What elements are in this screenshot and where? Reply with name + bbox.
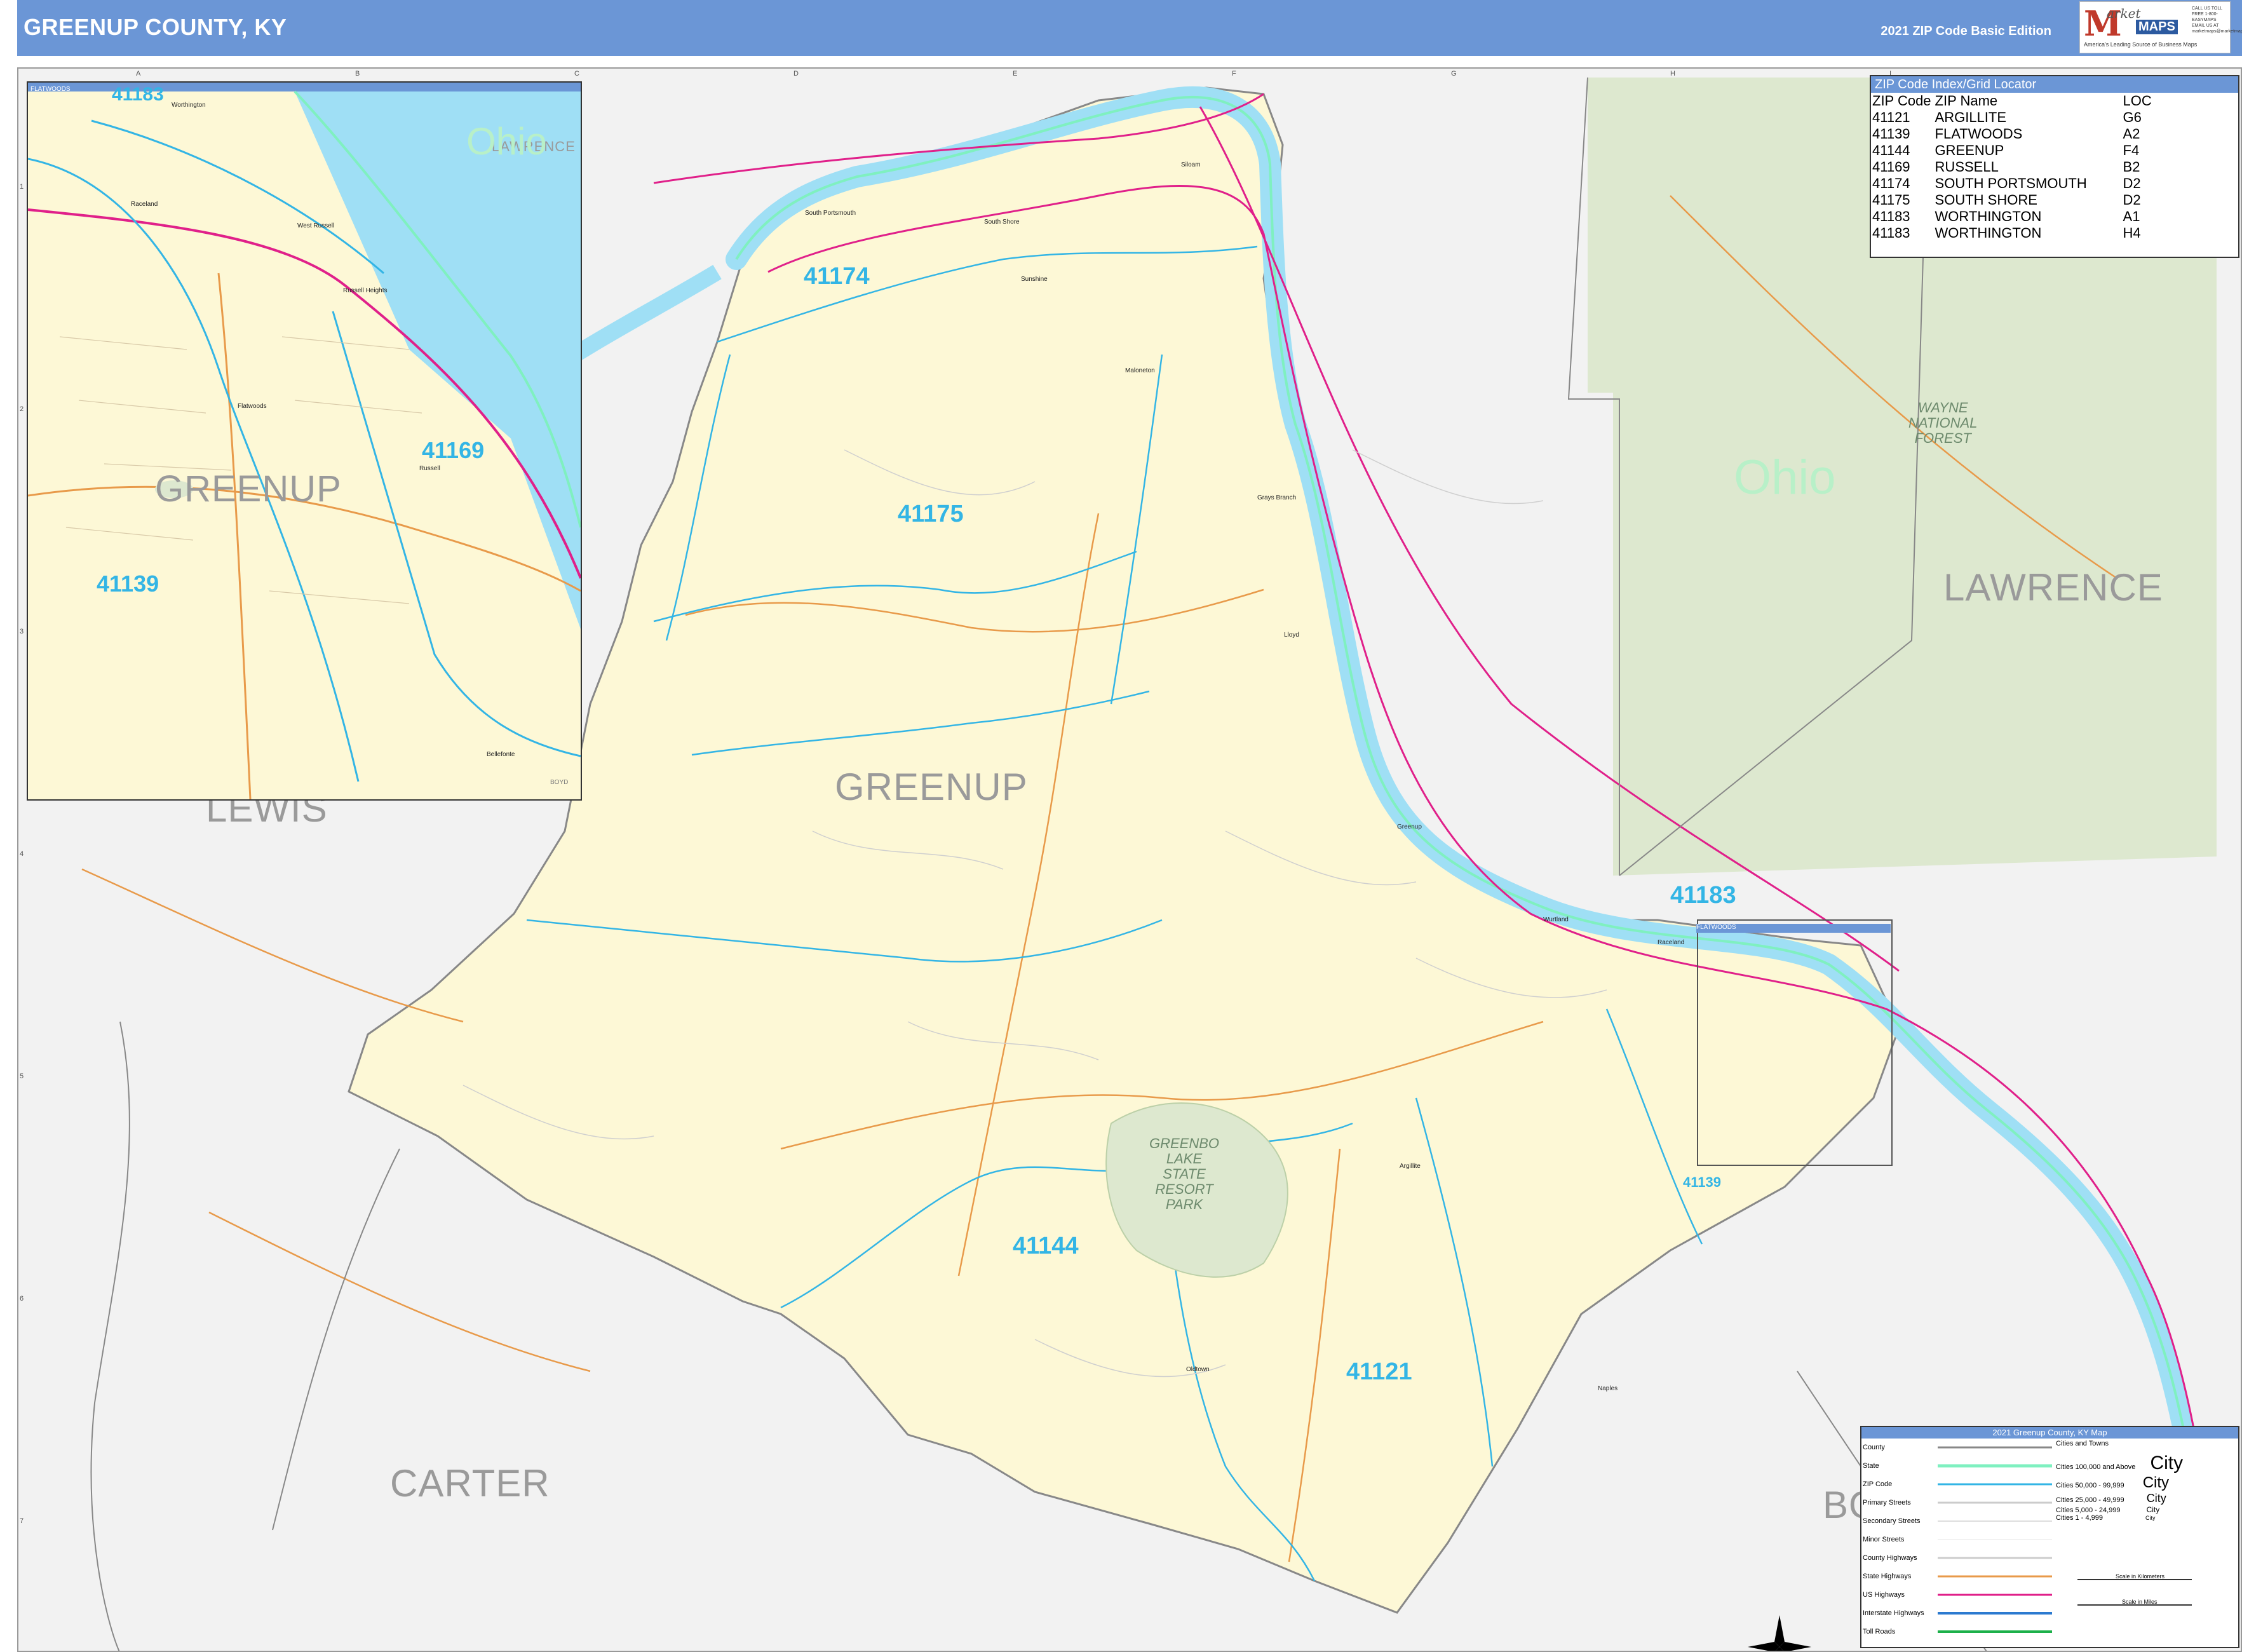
grid-row-7: 7 bbox=[20, 1517, 24, 1525]
zip-label-41175: 41175 bbox=[898, 501, 964, 527]
city-greenup: Greenup bbox=[1397, 823, 1422, 830]
zip-index-table: ZIP Code Index/Grid Locator ZIP Code ZIP … bbox=[1870, 75, 2239, 258]
legend-us-hwy: US Highways bbox=[1863, 1591, 1905, 1599]
county-label-greenup: GREENUP bbox=[835, 766, 1028, 808]
grid-col-c: C bbox=[574, 70, 579, 78]
zip-label-41139: 41139 bbox=[1683, 1174, 1721, 1190]
county-label-lawrence: LAWRENCE bbox=[1943, 566, 2163, 609]
flatwoods-inset[interactable]: FLATWOODS 41183 41169 41139 GREENUP LAWR… bbox=[27, 81, 582, 801]
zip-label-41174: 41174 bbox=[804, 263, 870, 290]
inset-zip-41183: 41183 bbox=[112, 84, 164, 105]
legend-toll: Toll Roads bbox=[1863, 1628, 1896, 1635]
legend-primary: Primary Streets bbox=[1863, 1499, 1911, 1506]
inset-county-greenup: GREENUP bbox=[155, 468, 342, 510]
table-row: 41175 SOUTH SHORE D2 bbox=[1872, 192, 2141, 208]
city-maloneton: Maloneton bbox=[1125, 367, 1155, 374]
market-maps-logo[interactable]: M arket MAPS America's Leading Source of… bbox=[2079, 1, 2242, 53]
grid-col-f: F bbox=[1232, 70, 1236, 78]
city-wurtland: Wurtland bbox=[1543, 916, 1569, 923]
city-naples: Naples bbox=[1598, 1385, 1618, 1392]
inset-city-west-russell: West Russell bbox=[297, 222, 335, 229]
wayne-forest-label: WAYNE NATIONAL FOREST bbox=[1908, 400, 1978, 446]
legend-interstate: Interstate Highways bbox=[1863, 1609, 1924, 1617]
inset-city-bellefonte: Bellefonte bbox=[487, 751, 515, 758]
legend-county-hwy: County Highways bbox=[1863, 1554, 1917, 1562]
zip-label-41144: 41144 bbox=[1013, 1233, 1079, 1259]
table-row: 41169 RUSSELL B2 bbox=[1872, 159, 2140, 175]
compass-rose bbox=[1748, 1615, 1811, 1651]
grid-col-g: G bbox=[1451, 70, 1457, 78]
city-sunshine: Sunshine bbox=[1021, 276, 1048, 283]
inset-city-worthington: Worthington bbox=[172, 102, 206, 109]
logo-wordmark: arket bbox=[2107, 6, 2141, 21]
inset-city-russell-heights: Russell Heights bbox=[343, 287, 388, 294]
grid-row-6: 6 bbox=[20, 1295, 24, 1303]
zip-label-41183: 41183 bbox=[1670, 882, 1736, 909]
legend-county: County bbox=[1863, 1444, 1885, 1451]
map-legend: 2021 Greenup County, KY Map County State… bbox=[1860, 1426, 2239, 1648]
city-raceland: Raceland bbox=[1658, 939, 1685, 946]
map-title: GREENUP COUNTY, KY bbox=[24, 14, 287, 40]
county-label-carter: CARTER bbox=[390, 1462, 550, 1505]
city-oldtown: Oldtown bbox=[1186, 1366, 1210, 1373]
city-lloyd: Lloyd bbox=[1284, 632, 1299, 639]
inset-county-boyd: BOYD bbox=[550, 779, 569, 786]
inset-city-raceland: Raceland bbox=[131, 201, 158, 208]
table-row: 41139 FLATWOODS A2 bbox=[1872, 126, 2140, 142]
legend-state: State bbox=[1863, 1462, 1879, 1470]
edition-label: 2021 ZIP Code Basic Edition bbox=[1881, 24, 2051, 38]
inset-city-russell: Russell bbox=[419, 465, 440, 472]
zip-label-41121: 41121 bbox=[1346, 1358, 1412, 1385]
legend-state-hwy: State Highways bbox=[1863, 1573, 1912, 1580]
logo-maps: MAPS bbox=[2136, 20, 2178, 34]
inset-state-ohio: Ohio bbox=[466, 120, 547, 163]
grid-col-d: D bbox=[793, 70, 799, 78]
zip-index-header-row: ZIP Code ZIP Name LOC bbox=[1872, 93, 2152, 109]
table-row: 41183 WORTHINGTON A1 bbox=[1872, 208, 2140, 224]
table-row: 41174 SOUTH PORTSMOUTH D2 bbox=[1872, 175, 2141, 191]
greenbo-park-label: GREENBO LAKE STATE RESORT PARK bbox=[1149, 1135, 1220, 1212]
legend-zip: ZIP Code bbox=[1863, 1480, 1893, 1488]
legend-title: 2021 Greenup County, KY Map bbox=[1861, 1427, 2238, 1439]
inset-city-flatwoods: Flatwoods bbox=[238, 403, 267, 410]
header-bar: GREENUP COUNTY, KY 2021 ZIP Code Basic E… bbox=[17, 0, 2242, 56]
grid-row-4: 4 bbox=[20, 850, 24, 858]
legend-scale-km: Scale in Kilometers bbox=[2116, 1573, 2165, 1580]
grid-row-5: 5 bbox=[20, 1073, 24, 1080]
city-siloam: Siloam bbox=[1181, 161, 1201, 168]
flatwoods-inset-tag: FLATWOODS bbox=[1696, 924, 1891, 933]
city-south-portsmouth: South Portsmouth bbox=[805, 210, 856, 217]
legend-secondary: Secondary Streets bbox=[1863, 1517, 1921, 1525]
city-argillite: Argillite bbox=[1400, 1163, 1421, 1170]
grid-row-3: 3 bbox=[20, 628, 24, 635]
zip-index-title: ZIP Code Index/Grid Locator bbox=[1871, 76, 2238, 93]
legend-scale-mi: Scale in Miles bbox=[2122, 1599, 2158, 1605]
logo-contact: CALL US TOLL FREE 1-800-EASYMAPS EMAIL U… bbox=[2192, 6, 2242, 34]
legend-minor: Minor Streets bbox=[1863, 1536, 1905, 1543]
grid-col-b: B bbox=[355, 70, 360, 78]
city-grays-branch: Grays Branch bbox=[1257, 494, 1297, 501]
inset-svg bbox=[28, 90, 581, 799]
grid-col-a: A bbox=[136, 70, 141, 78]
table-row: 41183 WORTHINGTON H4 bbox=[1872, 225, 2141, 241]
state-label-ohio: Ohio bbox=[1734, 450, 1836, 504]
grid-col-h: H bbox=[1670, 70, 1675, 78]
table-row: 41144 GREENUP F4 bbox=[1872, 142, 2140, 158]
inset-zip-41139: 41139 bbox=[97, 571, 159, 597]
grid-row-2: 2 bbox=[20, 405, 24, 413]
legend-cities: Cities and Towns Cities 100,000 and Abov… bbox=[2056, 1440, 2184, 1522]
table-row: 41121 ARGILLITE G6 bbox=[1872, 109, 2142, 125]
city-south-shore: South Shore bbox=[984, 219, 1020, 226]
grid-row-1: 1 bbox=[20, 183, 24, 191]
inset-zip-41169: 41169 bbox=[422, 437, 485, 463]
logo-tagline: America's Leading Source of Business Map… bbox=[2084, 41, 2198, 48]
grid-col-e: E bbox=[1013, 70, 1018, 78]
